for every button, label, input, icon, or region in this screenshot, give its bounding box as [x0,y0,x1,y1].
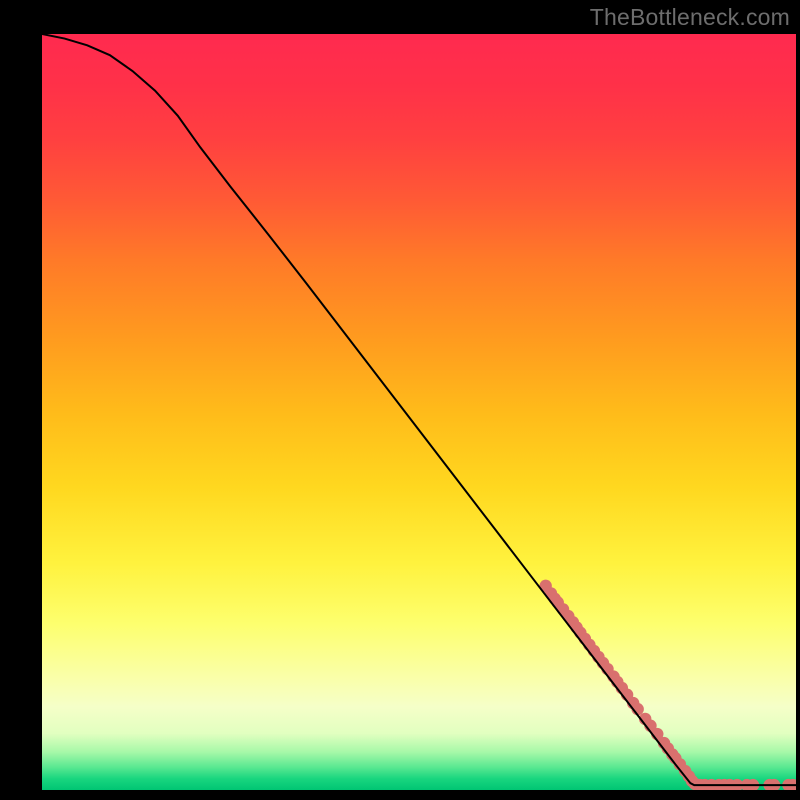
bottleneck-chart [0,0,800,800]
watermark-text: TheBottleneck.com [590,4,790,31]
chart-frame: TheBottleneck.com [0,0,800,800]
plot-area-gradient [42,34,796,790]
